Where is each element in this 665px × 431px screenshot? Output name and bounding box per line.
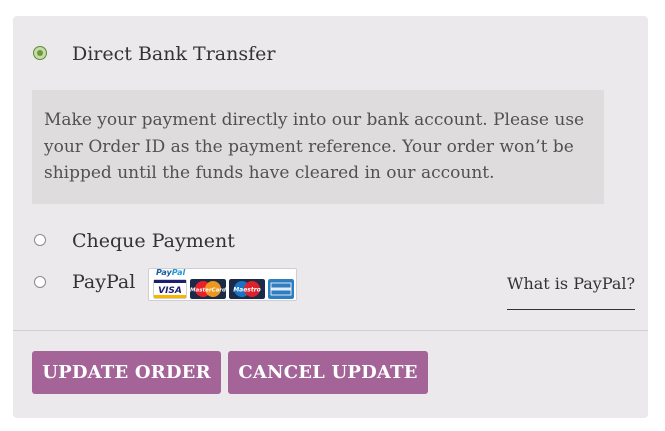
payment-description: Make your payment directly into our bank… — [32, 90, 604, 204]
visa-icon: VISA — [153, 279, 187, 299]
label-paypal[interactable]: PayPal — [72, 271, 135, 293]
maestro-icon: Maestro — [229, 279, 265, 299]
divider — [13, 330, 648, 331]
radio-cheque-payment[interactable] — [34, 234, 46, 246]
payment-panel: Direct Bank Transfer Make your payment d… — [13, 16, 648, 418]
amex-icon — [268, 279, 294, 299]
what-is-paypal-link[interactable]: What is PayPal? — [507, 274, 636, 310]
paypal-acceptance-mark: PayPal VISA MasterCard Maestro — [148, 268, 297, 301]
mastercard-icon: MasterCard — [190, 279, 226, 299]
svg-text:MasterCard: MasterCard — [190, 288, 226, 294]
radio-direct-bank-transfer[interactable] — [33, 46, 47, 60]
label-direct-bank-transfer[interactable]: Direct Bank Transfer — [72, 43, 275, 65]
update-order-button[interactable]: UPDATE ORDER — [32, 351, 221, 394]
svg-text:VISA: VISA — [158, 286, 182, 296]
cancel-update-button[interactable]: CANCEL UPDATE — [228, 351, 428, 394]
label-cheque-payment[interactable]: Cheque Payment — [72, 230, 235, 252]
radio-paypal[interactable] — [34, 276, 46, 288]
svg-text:Maestro: Maestro — [233, 287, 261, 294]
paypal-logo: PayPal — [156, 268, 186, 277]
